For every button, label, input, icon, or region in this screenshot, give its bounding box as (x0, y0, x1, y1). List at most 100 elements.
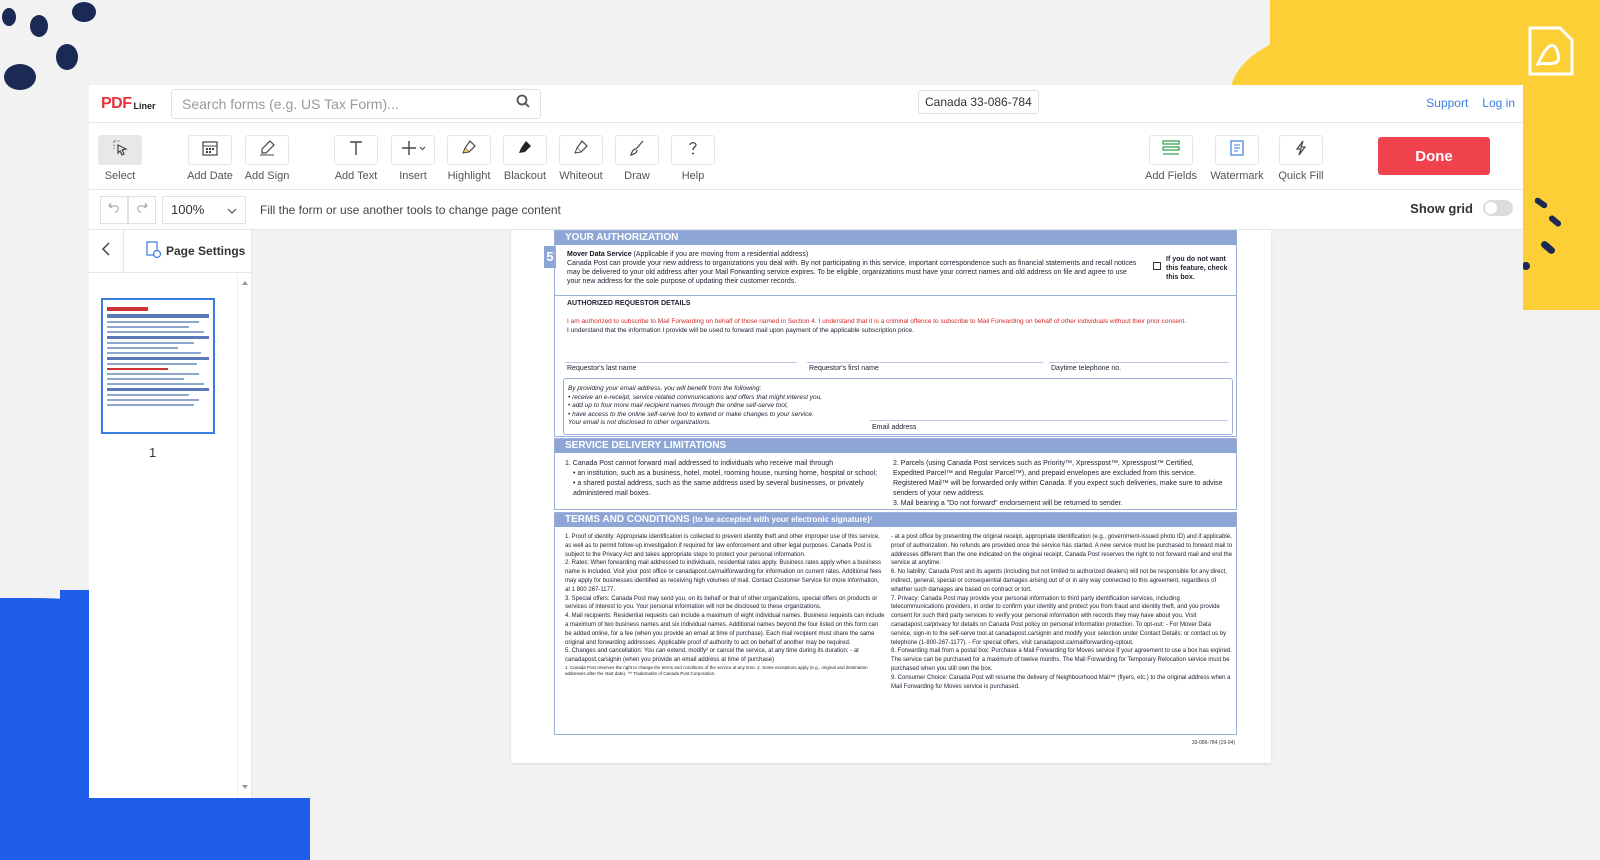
zoom-select[interactable]: 100% (162, 195, 246, 224)
opt-out-checkbox[interactable] (1153, 262, 1161, 270)
email-note: Your email is not disclosed to other org… (568, 419, 712, 426)
logo-pdf-text: PDF (101, 94, 132, 112)
search-icon[interactable] (516, 94, 530, 113)
terms-item: 3. Special offers: Canada Post may send … (565, 595, 878, 611)
email-address-field[interactable] (870, 407, 1228, 421)
blackout-tool[interactable]: Blackout (497, 135, 553, 182)
search-input[interactable] (182, 95, 516, 112)
login-link[interactable]: Log in (1482, 96, 1515, 110)
email-label: Email address (872, 424, 917, 431)
insert-tool[interactable]: Insert (385, 135, 441, 182)
last-name-label: Requestor's last name (567, 365, 637, 372)
requestor-info-text: I understand that the information I prov… (567, 327, 914, 334)
hint-text: Fill the form or use another tools to ch… (260, 202, 561, 217)
page-number: 1 (149, 445, 157, 460)
sub-toolbar: 100% Fill the form or use another tools … (89, 190, 1523, 230)
select-tool[interactable]: Select (92, 135, 148, 182)
draw-tool[interactable]: Draw (609, 135, 665, 182)
terms-footnote: 1. Canada Post reserves the right to cha… (565, 664, 868, 676)
terms-item: 9. Consumer Choice: Canada Post will res… (891, 674, 1231, 690)
pdfliner-logo[interactable]: PDF Liner (89, 95, 171, 113)
collapse-sidebar-button[interactable] (89, 229, 124, 273)
form-code: 33-086-784 (19-04) (1191, 740, 1235, 746)
done-button[interactable]: Done (1378, 137, 1490, 175)
terms-item: 7. Privacy: Canada Post may provide your… (891, 595, 1227, 646)
question-icon (684, 139, 702, 162)
help-tool[interactable]: Help (665, 135, 721, 182)
decorative-paw-dot (72, 2, 96, 22)
first-name-label: Requestor's first name (809, 365, 879, 372)
brush-icon (628, 139, 646, 162)
your-authorization-section: YOUR AUTHORIZATION Mover Data Service (A… (554, 230, 1237, 437)
undo-button[interactable] (100, 195, 128, 224)
delivery-item: • an institution, such as a business, ho… (573, 470, 878, 477)
support-link[interactable]: Support (1426, 96, 1468, 110)
show-grid-toggle[interactable] (1483, 200, 1513, 216)
section-title: YOUR AUTHORIZATION (555, 231, 1236, 245)
document-canvas: 5 YOUR AUTHORIZATION Mover Data Service … (252, 230, 1523, 798)
terms-item: 1. Proof of identity: Appropriate identi… (565, 534, 880, 558)
page-settings-button[interactable]: Page Settings (124, 240, 246, 262)
search-box (171, 88, 541, 119)
tool-label: Select (104, 170, 136, 182)
eraser-icon (572, 139, 590, 162)
decorative-paw-dot (30, 15, 48, 37)
requestor-last-name-field[interactable] (565, 349, 797, 363)
add-fields-tool[interactable]: Add Fields (1143, 135, 1199, 182)
scroll-down-icon (242, 785, 248, 789)
fields-icon (1161, 139, 1181, 162)
logo-liner-text: Liner (133, 100, 156, 111)
delivery-item: 3. Mail bearing a "Do not forward" endor… (893, 500, 1123, 507)
undo-icon (107, 200, 121, 219)
add-date-tool[interactable]: Add Date (182, 135, 238, 182)
highlight-tool[interactable]: Highlight (441, 135, 497, 182)
requestor-first-name-field[interactable] (807, 349, 1043, 363)
tool-label: Draw (624, 170, 650, 182)
tool-label: Add Text (334, 170, 378, 182)
tool-label: Watermark (1210, 170, 1264, 182)
tool-label: Insert (399, 170, 427, 182)
tool-label: Add Date (187, 170, 233, 182)
editor-body: Page Settings 1 5 YOUR AUTHORIZATION Mov… (89, 229, 1523, 798)
terms-item: - at a post office by presenting the ori… (891, 534, 1233, 567)
terms-section: TERMS AND CONDITIONS (to be accepted wit… (554, 512, 1237, 735)
page-settings-label: Page Settings (166, 244, 246, 258)
terms-item: 6. No liability: Canada Post and its age… (891, 569, 1227, 593)
tool-label: Add Sign (244, 170, 290, 182)
quick-fill-tool[interactable]: Quick Fill (1273, 135, 1329, 182)
terms-item: 2. Rates: When forwarding mail addressed… (565, 560, 882, 593)
top-bar: PDF Liner Canada 33-086-784 Support Log … (89, 85, 1523, 123)
service-delivery-section: SERVICE DELIVERY LIMITATIONS 1. Canada P… (554, 438, 1237, 510)
delivery-item: 2. Parcels (using Canada Post services s… (893, 460, 1223, 497)
add-sign-tool[interactable]: Add Sign (239, 135, 295, 182)
redo-button[interactable] (128, 195, 156, 224)
editor-window: PDF Liner Canada 33-086-784 Support Log … (89, 85, 1523, 798)
section-title: TERMS AND CONDITIONS (565, 514, 690, 525)
page-settings-icon (146, 240, 162, 262)
text-icon (347, 139, 365, 162)
chevron-down-icon (227, 202, 237, 217)
decorative-paw-dot (4, 64, 36, 90)
whiteout-tool[interactable]: Whiteout (553, 135, 609, 182)
highlighter-icon (460, 139, 478, 162)
page-thumbnail[interactable] (101, 298, 215, 434)
tool-label: Add Fields (1145, 170, 1197, 182)
sidebar-scrollbar[interactable] (237, 274, 251, 796)
daytime-phone-field[interactable] (1049, 349, 1229, 363)
tool-label: Whiteout (559, 170, 603, 182)
add-text-tool[interactable]: Add Text (328, 135, 384, 182)
opt-out-label: If you do not want this feature, check t… (1166, 256, 1228, 281)
watermark-tool[interactable]: Watermark (1209, 135, 1265, 182)
delivery-item: 1. Canada Post cannot forward mail addre… (565, 460, 834, 467)
decorative-paw-dot (2, 8, 16, 26)
requestor-title: AUTHORIZED REQUESTOR DETAILS (567, 300, 691, 307)
mover-data-title: Mover Data Service (567, 251, 632, 258)
redo-icon (135, 200, 149, 219)
calendar-icon (201, 139, 219, 162)
decorative-paw-dot (56, 44, 78, 70)
terms-item: 5. Changes and cancellation: You can ext… (565, 648, 859, 664)
document-page: 5 YOUR AUTHORIZATION Mover Data Service … (511, 230, 1271, 763)
email-box: By providing your email address, you wil… (563, 378, 1233, 435)
email-benefit: • have access to the online self-serve t… (568, 410, 814, 418)
phone-label: Daytime telephone no. (1051, 365, 1122, 372)
